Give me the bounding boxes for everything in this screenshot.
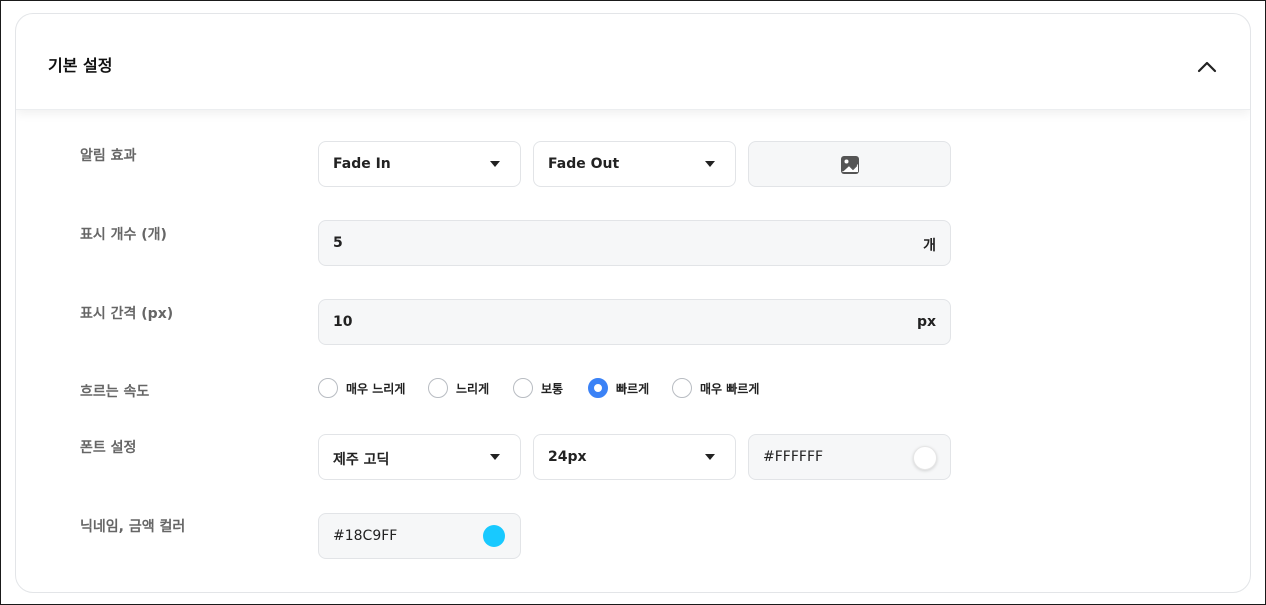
panel-title: 기본 설정 [48, 56, 113, 75]
font-size-value: 24px [548, 449, 587, 465]
panel-header: 기본 설정 [16, 14, 1250, 110]
count-label: 표시 개수 (개) [80, 227, 167, 243]
font-label: 폰트 설정 [80, 440, 137, 456]
nickname-color-swatch[interactable] [483, 525, 505, 547]
image-upload-button[interactable] [748, 141, 951, 187]
nickname-color-label: 닉네임, 금액 컬러 [80, 519, 186, 535]
nickname-color-picker[interactable]: #18C9FF [318, 513, 521, 559]
radio-circle [672, 378, 692, 398]
speed-label: 흐르는 속도 [80, 384, 150, 400]
gap-label: 표시 간격 (px) [80, 306, 174, 322]
effect-label: 알림 효과 [80, 148, 137, 164]
count-input[interactable]: 5 개 [318, 220, 951, 266]
dropdown-caret-icon [490, 454, 500, 460]
dropdown-caret-icon [705, 161, 715, 167]
font-size-select[interactable]: 24px [533, 434, 736, 480]
nickname-color-value: #18C9FF [333, 528, 398, 544]
font-family-value: 제주 고딕 [333, 452, 390, 468]
speed-option-label: 매우 빠르게 [700, 382, 760, 396]
fade-out-select[interactable]: Fade Out [533, 141, 736, 187]
radio-circle [318, 378, 338, 398]
window-frame: 기본 설정 알림 효과 Fade In Fade Out 표시 개수 (개) 5… [0, 0, 1266, 605]
font-color-picker[interactable]: #FFFFFF [748, 434, 951, 480]
speed-option-label: 보통 [541, 382, 564, 396]
gap-input[interactable]: 10 px [318, 299, 951, 345]
fade-in-select[interactable]: Fade In [318, 141, 521, 187]
image-icon [841, 156, 859, 174]
dropdown-caret-icon [490, 161, 500, 167]
font-color-value: #FFFFFF [763, 449, 824, 465]
fade-in-value: Fade In [333, 156, 391, 172]
font-family-select[interactable]: 제주 고딕 [318, 434, 521, 480]
basic-settings-panel: 기본 설정 알림 효과 Fade In Fade Out 표시 개수 (개) 5… [15, 13, 1251, 593]
speed-option-label: 빠르게 [616, 382, 650, 396]
count-unit: 개 [923, 238, 936, 254]
gap-value: 10 [333, 314, 353, 330]
speed-option-label: 매우 느리게 [346, 382, 406, 396]
dropdown-caret-icon [705, 454, 715, 460]
radio-circle [428, 378, 448, 398]
collapse-button[interactable] [1192, 54, 1222, 78]
speed-option-label: 느리게 [456, 382, 490, 396]
font-color-swatch[interactable] [913, 446, 937, 470]
gap-unit: px [916, 314, 936, 330]
fade-out-value: Fade Out [548, 156, 620, 172]
radio-circle-selected [588, 378, 608, 398]
chevron-up-icon [1197, 61, 1217, 73]
radio-circle [513, 378, 533, 398]
count-value: 5 [333, 235, 343, 251]
